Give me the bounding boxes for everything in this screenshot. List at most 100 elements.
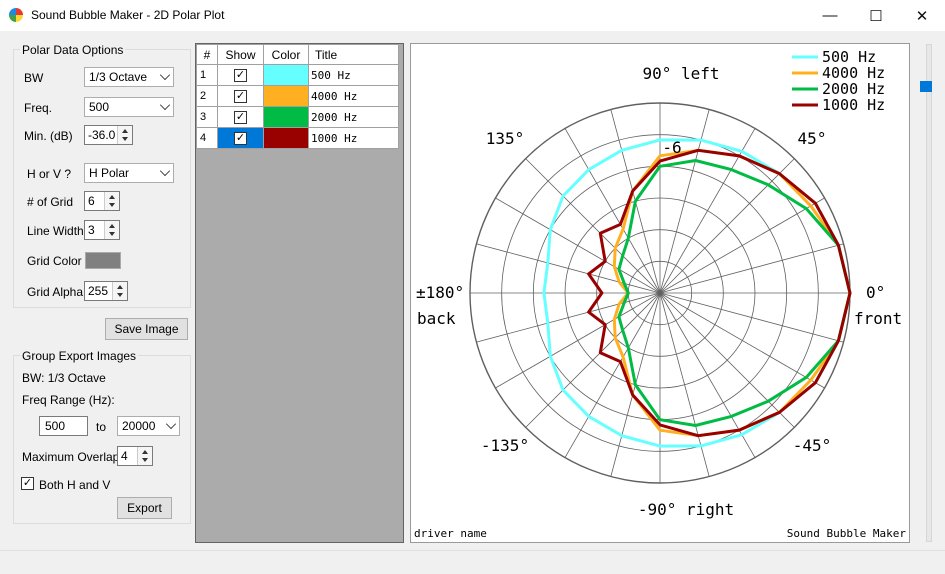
col-header-title[interactable]: Title (308, 44, 399, 65)
check-icon: ✓ (235, 110, 246, 123)
grid-spoke (659, 197, 825, 294)
h-or-v-label: H or V ? (27, 167, 72, 181)
grid-spoke (659, 292, 844, 343)
max-overlap-value: 4 (121, 449, 128, 463)
col-header-show[interactable]: Show (217, 44, 264, 65)
spin-arrows-icon[interactable] (104, 192, 119, 210)
col-header-num[interactable]: # (196, 44, 218, 65)
polar-plot: 90° left -90° right ±180° back 0° front 135° 45… (410, 43, 910, 543)
row-num: 2 (196, 85, 218, 107)
freq-label: Freq. (24, 101, 53, 115)
polar-chart-svg: 90° left -90° right ±180° back 0° front 135° 45… (414, 48, 906, 540)
spin-arrows-icon[interactable] (112, 282, 127, 300)
grid-color-swatch[interactable] (85, 252, 121, 269)
check-icon: ✓ (235, 89, 246, 102)
freq-select[interactable]: 500 (84, 97, 174, 117)
line-width-stepper[interactable]: 3 (84, 220, 120, 240)
series-table-body: # Show Color Title 1 ✓ 500 Hz 2 ✓ 4000 H… (196, 44, 399, 149)
range-to-select[interactable]: 20000 (117, 416, 180, 436)
angle-label-90: 90° left (642, 64, 719, 83)
close-button[interactable]: ✕ (899, 0, 945, 31)
series-table: # Show Color Title 1 ✓ 500 Hz 2 ✓ 4000 H… (195, 43, 404, 543)
save-image-button[interactable]: Save Image (105, 318, 188, 340)
row-color-swatch[interactable] (263, 106, 309, 128)
angle-label-180: ±180° (416, 283, 464, 302)
angle-label-minus-135: -135° (481, 436, 529, 455)
check-icon: ✓ (235, 131, 246, 144)
table-row[interactable]: 2 ✓ 4000 Hz (196, 85, 399, 107)
max-overlap-stepper[interactable]: 4 (117, 446, 153, 466)
col-header-color[interactable]: Color (263, 44, 309, 65)
footer-driver-name: driver name (414, 527, 487, 540)
export-bw-text: BW: 1/3 Octave (22, 371, 106, 385)
row-color-swatch[interactable] (263, 64, 309, 86)
show-checkbox[interactable]: ✓ (234, 68, 247, 82)
angle-label-135: 135° (486, 129, 525, 148)
maximize-button[interactable]: ☐ (853, 0, 899, 31)
grid-spoke (659, 243, 844, 294)
row-show-cell[interactable]: ✓ (217, 127, 264, 149)
table-row[interactable]: 1 ✓ 500 Hz (196, 64, 399, 86)
grid-spoke (659, 292, 710, 477)
row-num: 1 (196, 64, 218, 86)
bw-select-value: 1/3 Octave (89, 70, 148, 84)
min-db-value: -36.0 (88, 128, 116, 142)
grid-spoke (564, 292, 661, 458)
min-db-label: Min. (dB) (24, 129, 73, 143)
freq-select-value: 500 (89, 100, 110, 114)
spin-arrows-icon[interactable] (117, 126, 132, 144)
zoom-slider-thumb[interactable] (920, 81, 932, 92)
line-width-label: Line Width (27, 224, 84, 238)
chevron-down-icon (159, 165, 171, 177)
show-checkbox[interactable]: ✓ (234, 131, 247, 145)
grid-count-stepper[interactable]: 6 (84, 191, 120, 211)
table-row[interactable]: 4 ✓ 1000 Hz (196, 127, 399, 149)
angle-label-minus-45: -45° (793, 436, 832, 455)
row-title[interactable]: 1000 Hz (308, 127, 399, 149)
group-export-title: Group Export Images (20, 349, 139, 363)
grid-spoke (564, 128, 661, 294)
grid-color-label: Grid Color (27, 254, 82, 268)
grid-alpha-value: 255 (88, 284, 109, 298)
row-show-cell[interactable]: ✓ (217, 64, 264, 86)
range-from-input[interactable]: 500 (39, 416, 88, 436)
freq-range-label: Freq Range (Hz): (22, 393, 115, 407)
grid-spoke (659, 158, 795, 294)
legend-label: 1000 Hz (822, 96, 885, 114)
zoom-slider-track[interactable] (926, 44, 932, 542)
min-db-stepper[interactable]: -36.0 (84, 125, 133, 145)
row-color-swatch[interactable] (263, 85, 309, 107)
show-checkbox[interactable]: ✓ (234, 89, 247, 103)
row-title[interactable]: 500 Hz (308, 64, 399, 86)
grid-spoke (495, 197, 661, 294)
bw-label: BW (24, 71, 44, 85)
status-bar (0, 550, 945, 574)
row-title[interactable]: 2000 Hz (308, 106, 399, 128)
both-h-and-v-checkbox[interactable]: ✓ (21, 477, 34, 490)
chevron-down-icon (159, 99, 171, 111)
line-width-value: 3 (88, 223, 95, 237)
app-icon (9, 8, 23, 22)
bw-select[interactable]: 1/3 Octave (84, 67, 174, 87)
grid-alpha-label: Grid Alpha (27, 285, 84, 299)
max-overlap-label: Maximum Overlap (22, 450, 120, 464)
grid-count-label: # of Grid (27, 195, 74, 209)
angle-label-minus-90: -90° right (638, 500, 734, 519)
h-or-v-select[interactable]: H Polar (84, 163, 174, 183)
grid-alpha-stepper[interactable]: 255 (84, 281, 128, 301)
row-show-cell[interactable]: ✓ (217, 106, 264, 128)
show-checkbox[interactable]: ✓ (234, 110, 247, 124)
spin-arrows-icon[interactable] (137, 447, 152, 465)
spin-arrows-icon[interactable] (104, 221, 119, 239)
window-title: Sound Bubble Maker - 2D Polar Plot (31, 8, 225, 22)
grid-spoke (476, 292, 661, 343)
row-title[interactable]: 4000 Hz (308, 85, 399, 107)
row-color-swatch[interactable] (263, 127, 309, 149)
row-show-cell[interactable]: ✓ (217, 85, 264, 107)
export-button[interactable]: Export (117, 497, 172, 519)
check-icon: ✓ (235, 68, 246, 81)
check-icon: ✓ (22, 477, 33, 489)
title-bar: Sound Bubble Maker - 2D Polar Plot — ☐ ✕ (0, 0, 945, 31)
minimize-button[interactable]: — (807, 0, 853, 31)
table-row[interactable]: 3 ✓ 2000 Hz (196, 106, 399, 128)
